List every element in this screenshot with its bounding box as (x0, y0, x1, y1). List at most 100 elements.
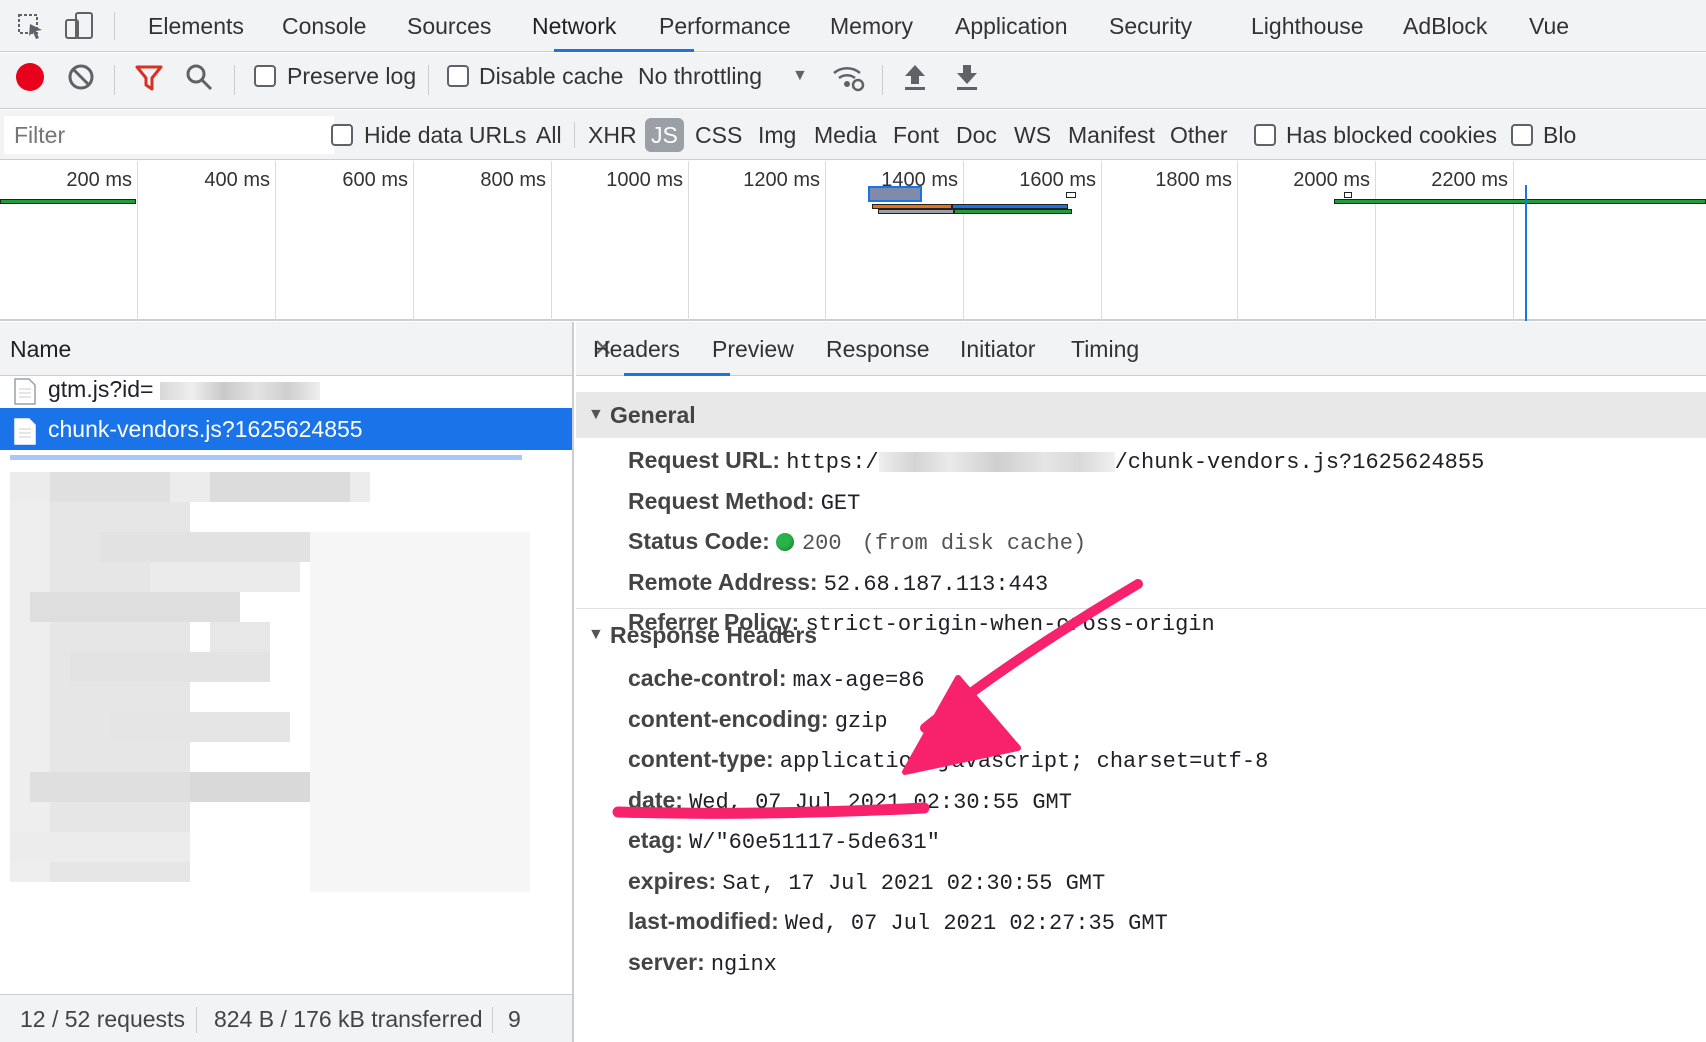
has-blocked-cookies-checkbox[interactable] (1254, 124, 1276, 146)
request-count: 12 / 52 requests (20, 1006, 185, 1032)
tab-adblock[interactable]: AdBlock (1403, 0, 1487, 52)
header-value[interactable]: https:/ (786, 450, 878, 475)
header-value[interactable]: gzip (835, 709, 888, 734)
status-ok-icon (775, 533, 794, 551)
tick-label: 1800 ms (1155, 169, 1232, 191)
waterfall-bar (954, 209, 1072, 214)
redacted-text (878, 452, 1115, 473)
file-icon (14, 376, 36, 405)
header-value[interactable]: max-age=86 (793, 668, 925, 693)
header-value[interactable]: /chunk-vendors.js?1625624855 (1115, 450, 1485, 475)
disable-cache-label[interactable]: Disable cache (479, 63, 623, 90)
header-value[interactable]: application/javascript; charset=utf-8 (780, 749, 1268, 774)
tab-headers[interactable]: Headers (593, 322, 680, 376)
tab-memory[interactable]: Memory (830, 0, 913, 52)
header-value[interactable]: W/"60e51117-5de631" (689, 830, 940, 855)
filter-type-xhr[interactable]: XHR (588, 110, 637, 160)
tab-preview[interactable]: Preview (712, 322, 794, 376)
device-toolbar-icon[interactable] (62, 10, 96, 42)
waterfall-bar (1344, 192, 1352, 198)
header-key: cache-control: (628, 665, 787, 691)
redacted-text (159, 381, 320, 400)
separator (428, 65, 429, 95)
import-har-icon[interactable] (902, 62, 928, 97)
request-row-selected[interactable]: chunk-vendors.js?1625624855 (0, 408, 572, 450)
tab-lighthouse[interactable]: Lighthouse (1251, 0, 1364, 52)
preserve-log-checkbox[interactable] (254, 65, 276, 87)
filter-type-img[interactable]: Img (758, 110, 796, 160)
tab-performance[interactable]: Performance (659, 0, 791, 52)
record-icon[interactable] (16, 63, 44, 91)
tab-timing[interactable]: Timing (1071, 322, 1139, 376)
export-har-icon[interactable] (954, 62, 980, 97)
header-value[interactable]: nginx (711, 952, 777, 977)
blocked-requests-label[interactable]: Blo (1543, 122, 1576, 149)
tick-label: 1600 ms (1019, 169, 1096, 191)
blocked-requests-checkbox[interactable] (1511, 124, 1533, 146)
filter-type-other[interactable]: Other (1170, 110, 1228, 160)
triangle-down-icon: ▼ (588, 626, 604, 643)
inspect-element-icon[interactable] (14, 10, 48, 42)
header-value[interactable]: GET (821, 491, 861, 516)
preserve-log-label[interactable]: Preserve log (287, 63, 416, 90)
filter-type-js[interactable]: JS (645, 118, 684, 152)
response-header-row: server: nginx (628, 942, 777, 982)
hide-data-urls-checkbox[interactable] (331, 124, 353, 146)
tab-security[interactable]: Security (1109, 0, 1192, 52)
filter-icon[interactable] (134, 63, 164, 98)
tick-label: 200 ms (66, 169, 132, 191)
network-conditions-icon[interactable] (832, 61, 866, 98)
hide-data-urls-label[interactable]: Hide data URLs (364, 122, 526, 149)
filter-type-doc[interactable]: Doc (956, 110, 997, 160)
disable-cache-checkbox[interactable] (447, 65, 469, 87)
request-row[interactable]: gtm.js?id= (0, 368, 572, 410)
header-value[interactable]: Wed, 07 Jul 2021 02:30:55 GMT (689, 790, 1072, 815)
filter-type-font[interactable]: Font (893, 110, 939, 160)
separator (574, 122, 575, 148)
transfer-size: 824 B / 176 kB transferred (214, 1006, 483, 1032)
response-header-row: etag: W/"60e51117-5de631" (628, 820, 940, 860)
network-overview[interactable]: 200 ms 400 ms 600 ms 800 ms 1000 ms 1200… (0, 161, 1706, 321)
tab-elements[interactable]: Elements (148, 0, 244, 52)
header-value[interactable]: Wed, 07 Jul 2021 02:27:35 GMT (785, 911, 1168, 936)
header-value[interactable]: Sat, 17 Jul 2021 02:30:55 GMT (722, 871, 1105, 896)
tab-vue[interactable]: Vue (1529, 0, 1569, 52)
filter-type-media[interactable]: Media (814, 110, 877, 160)
tick-label: 400 ms (204, 169, 270, 191)
header-key: Request Method: (628, 488, 815, 514)
tab-sources[interactable]: Sources (407, 0, 491, 52)
header-key: expires: (628, 868, 717, 894)
search-icon[interactable] (184, 62, 214, 97)
gridline (963, 161, 964, 321)
header-value[interactable]: 200 (802, 531, 842, 556)
filter-input[interactable] (4, 116, 334, 154)
tab-initiator[interactable]: Initiator (960, 322, 1035, 376)
tab-network[interactable]: Network (532, 0, 616, 52)
header-key: server: (628, 949, 705, 975)
filter-type-ws[interactable]: WS (1014, 110, 1051, 160)
tick-label: 1000 ms (606, 169, 683, 191)
tab-application[interactable]: Application (955, 0, 1068, 52)
waterfall-bar (868, 186, 922, 202)
throttling-select[interactable]: No throttling (638, 63, 762, 90)
separator (882, 65, 883, 95)
has-blocked-cookies-label[interactable]: Has blocked cookies (1286, 122, 1497, 149)
clear-icon[interactable] (66, 62, 96, 97)
filter-type-manifest[interactable]: Manifest (1068, 110, 1155, 160)
header-value-note: (from disk cache) (861, 531, 1087, 556)
tick-label: 600 ms (342, 169, 408, 191)
section-divider (576, 608, 1706, 609)
tab-console[interactable]: Console (282, 0, 366, 52)
response-headers-section-header[interactable]: ▼ Response Headers (576, 612, 1706, 658)
general-section-header[interactable]: ▼ General (576, 392, 1706, 438)
request-name: chunk-vendors.js?1625624855 (48, 416, 363, 442)
tab-response[interactable]: Response (826, 322, 930, 376)
header-value[interactable]: 52.68.187.113:443 (824, 572, 1048, 597)
filter-bar: Hide data URLs All XHR JS CSS Img Media … (0, 110, 1706, 160)
tick-label: 800 ms (480, 169, 546, 191)
header-key: last-modified: (628, 908, 779, 934)
tick-label: 2200 ms (1431, 169, 1508, 191)
chevron-down-icon[interactable]: ▼ (792, 67, 808, 85)
filter-type-all[interactable]: All (536, 110, 562, 160)
filter-type-css[interactable]: CSS (695, 110, 742, 160)
